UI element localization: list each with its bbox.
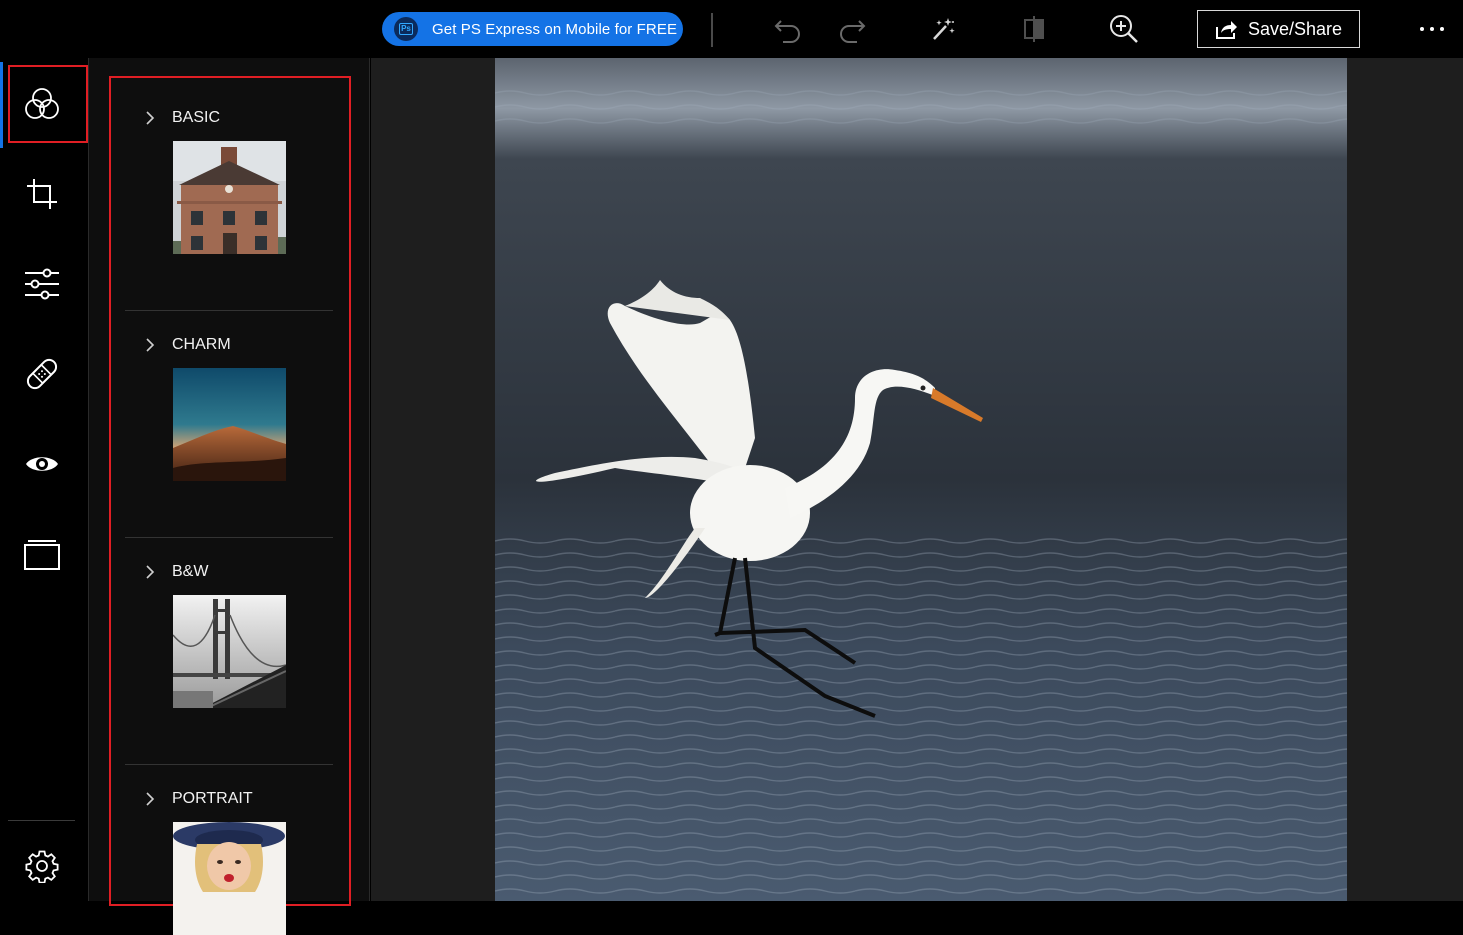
house-thumbnail-image [173,141,286,254]
look-thumbnail-bw[interactable] [173,595,286,708]
rail-divider [8,820,75,821]
section-header-basic[interactable]: BASIC [125,106,335,130]
bridge-thumbnail-image [173,595,286,708]
settings-icon [25,850,59,883]
top-toolbar: Ps Get PS Express on Mobile for FREE Sav… [0,0,1463,58]
adjustments-tool-button[interactable] [12,254,72,314]
compare-icon [1024,16,1044,42]
section-label: B&W [172,563,209,580]
look-thumbnail-basic[interactable] [173,141,286,254]
red-eye-tool-button[interactable] [12,434,72,494]
egret-over-water-photo [495,58,1347,901]
section-header-portrait[interactable]: PORTRAIT [125,787,335,811]
crop-icon [27,179,57,209]
section-divider [125,310,333,311]
active-tool-indicator [0,62,3,148]
share-icon [1216,21,1237,39]
looks-section-basic: BASIC [125,106,335,311]
mountain-thumbnail-image [173,368,286,481]
looks-panel: BASIC CHARM B&W PORTRAIT [88,58,370,935]
ps-express-logo-icon: Ps [394,17,418,41]
undo-button[interactable] [770,12,806,46]
zoom-in-icon [1110,15,1138,43]
looks-section-portrait: PORTRAIT [125,787,335,935]
heal-bandage-icon [26,358,58,390]
section-label: BASIC [172,109,221,126]
adjustments-icon [25,268,59,300]
tools-rail [0,58,88,901]
section-header-bw[interactable]: B&W [125,560,335,584]
eye-icon [26,457,58,471]
section-label: PORTRAIT [172,790,253,807]
get-ps-express-mobile-button[interactable]: Ps Get PS Express on Mobile for FREE [382,12,683,46]
section-label: CHARM [172,336,231,353]
promo-label: Get PS Express on Mobile for FREE [432,20,678,38]
section-divider [125,537,333,538]
redo-icon [840,20,866,43]
look-thumbnail-portrait[interactable] [173,822,286,935]
settings-button[interactable] [12,836,72,896]
section-divider [125,764,333,765]
redo-button[interactable] [834,12,870,46]
portrait-thumbnail-image [173,822,286,935]
looks-icon [25,88,59,119]
crop-tool-button[interactable] [12,164,72,224]
look-thumbnail-charm[interactable] [173,368,286,481]
border-frame-icon [24,540,60,570]
chevron-right-icon [146,792,155,806]
zoom-in-button[interactable] [1106,12,1142,46]
editor-canvas [371,58,1463,901]
borders-tool-button[interactable] [12,524,72,584]
save-share-label: Save/Share [1248,18,1343,39]
save-share-button[interactable]: Save/Share [1197,10,1360,48]
chevron-right-icon [146,111,155,125]
section-header-charm[interactable]: CHARM [125,333,335,357]
chevron-right-icon [146,338,155,352]
looks-section-charm: CHARM [125,333,335,538]
toolbar-separator [711,13,713,47]
more-icon [1420,27,1424,31]
photo-canvas-image[interactable] [495,58,1347,901]
auto-fix-button[interactable] [925,12,961,46]
looks-tool-button[interactable] [12,74,72,134]
chevron-right-icon [146,565,155,579]
undo-icon [774,20,800,43]
magic-wand-icon [933,18,955,40]
more-options-button[interactable] [1410,14,1454,44]
looks-section-bw: B&W [125,560,335,765]
healing-tool-button[interactable] [12,344,72,404]
compare-button[interactable] [1016,12,1052,46]
